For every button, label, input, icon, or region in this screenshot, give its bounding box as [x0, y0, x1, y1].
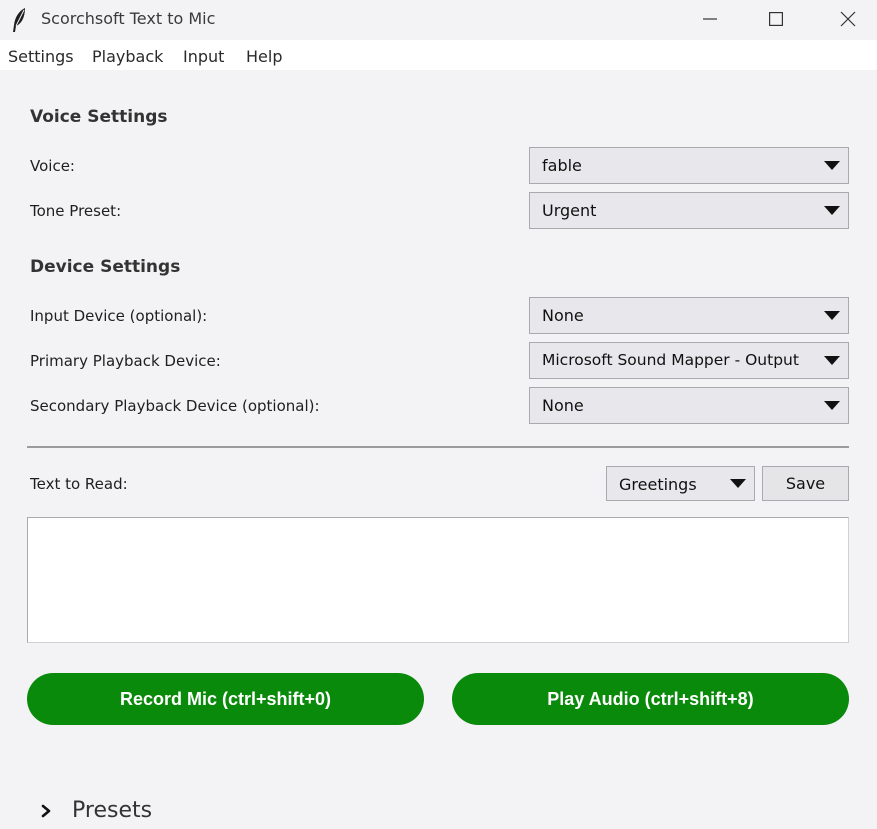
triangle-down-icon — [730, 479, 746, 488]
maximize-icon — [769, 12, 783, 26]
tone-preset-dropdown[interactable]: Urgent — [529, 192, 849, 229]
menu-input[interactable]: Input — [183, 47, 224, 66]
play-audio-button[interactable]: Play Audio (ctrl+shift+8) — [452, 673, 849, 725]
triangle-down-icon — [824, 206, 840, 215]
primary-playback-value: Microsoft Sound Mapper - Output — [542, 351, 799, 369]
input-device-label: Input Device (optional): — [30, 307, 208, 325]
voice-settings-heading: Voice Settings — [30, 107, 168, 127]
triangle-down-icon — [824, 356, 840, 365]
feather-icon — [13, 8, 25, 32]
title-bar: Scorchsoft Text to Mic — [0, 0, 877, 40]
voice-value: fable — [542, 156, 582, 175]
text-category-dropdown[interactable]: Greetings — [606, 466, 755, 501]
primary-playback-dropdown[interactable]: Microsoft Sound Mapper - Output — [529, 342, 849, 379]
close-icon — [840, 11, 856, 27]
section-separator — [27, 446, 849, 448]
primary-playback-label: Primary Playback Device: — [30, 352, 221, 370]
secondary-playback-dropdown[interactable]: None — [529, 387, 849, 424]
triangle-down-icon — [824, 161, 840, 170]
device-settings-heading: Device Settings — [30, 257, 181, 277]
tone-preset-value: Urgent — [542, 201, 597, 220]
text-category-value: Greetings — [619, 475, 697, 494]
record-mic-button[interactable]: Record Mic (ctrl+shift+0) — [27, 673, 424, 725]
window-title: Scorchsoft Text to Mic — [41, 9, 216, 28]
close-button[interactable] — [819, 0, 877, 38]
triangle-down-icon — [824, 311, 840, 320]
secondary-playback-value: None — [542, 396, 584, 415]
input-device-value: None — [542, 306, 584, 325]
secondary-playback-label: Secondary Playback Device (optional): — [30, 397, 320, 415]
triangle-down-icon — [824, 401, 840, 410]
minimize-button[interactable] — [681, 0, 739, 38]
presets-label: Presets — [72, 798, 153, 823]
text-to-read-input[interactable] — [27, 517, 849, 643]
voice-dropdown[interactable]: fable — [529, 147, 849, 184]
menu-settings[interactable]: Settings — [8, 47, 74, 66]
menu-playback[interactable]: Playback — [92, 47, 163, 66]
voice-label: Voice: — [30, 157, 75, 175]
minimize-icon — [703, 18, 717, 20]
tone-preset-label: Tone Preset: — [30, 202, 122, 220]
menu-help[interactable]: Help — [246, 47, 282, 66]
text-to-read-label: Text to Read: — [30, 475, 128, 493]
presets-toggle[interactable]: Presets — [40, 798, 152, 823]
save-button[interactable]: Save — [762, 466, 849, 501]
menu-bar: Settings Playback Input Help — [0, 40, 877, 70]
maximize-button[interactable] — [747, 0, 805, 38]
chevron-right-icon — [41, 804, 51, 817]
input-device-dropdown[interactable]: None — [529, 297, 849, 334]
